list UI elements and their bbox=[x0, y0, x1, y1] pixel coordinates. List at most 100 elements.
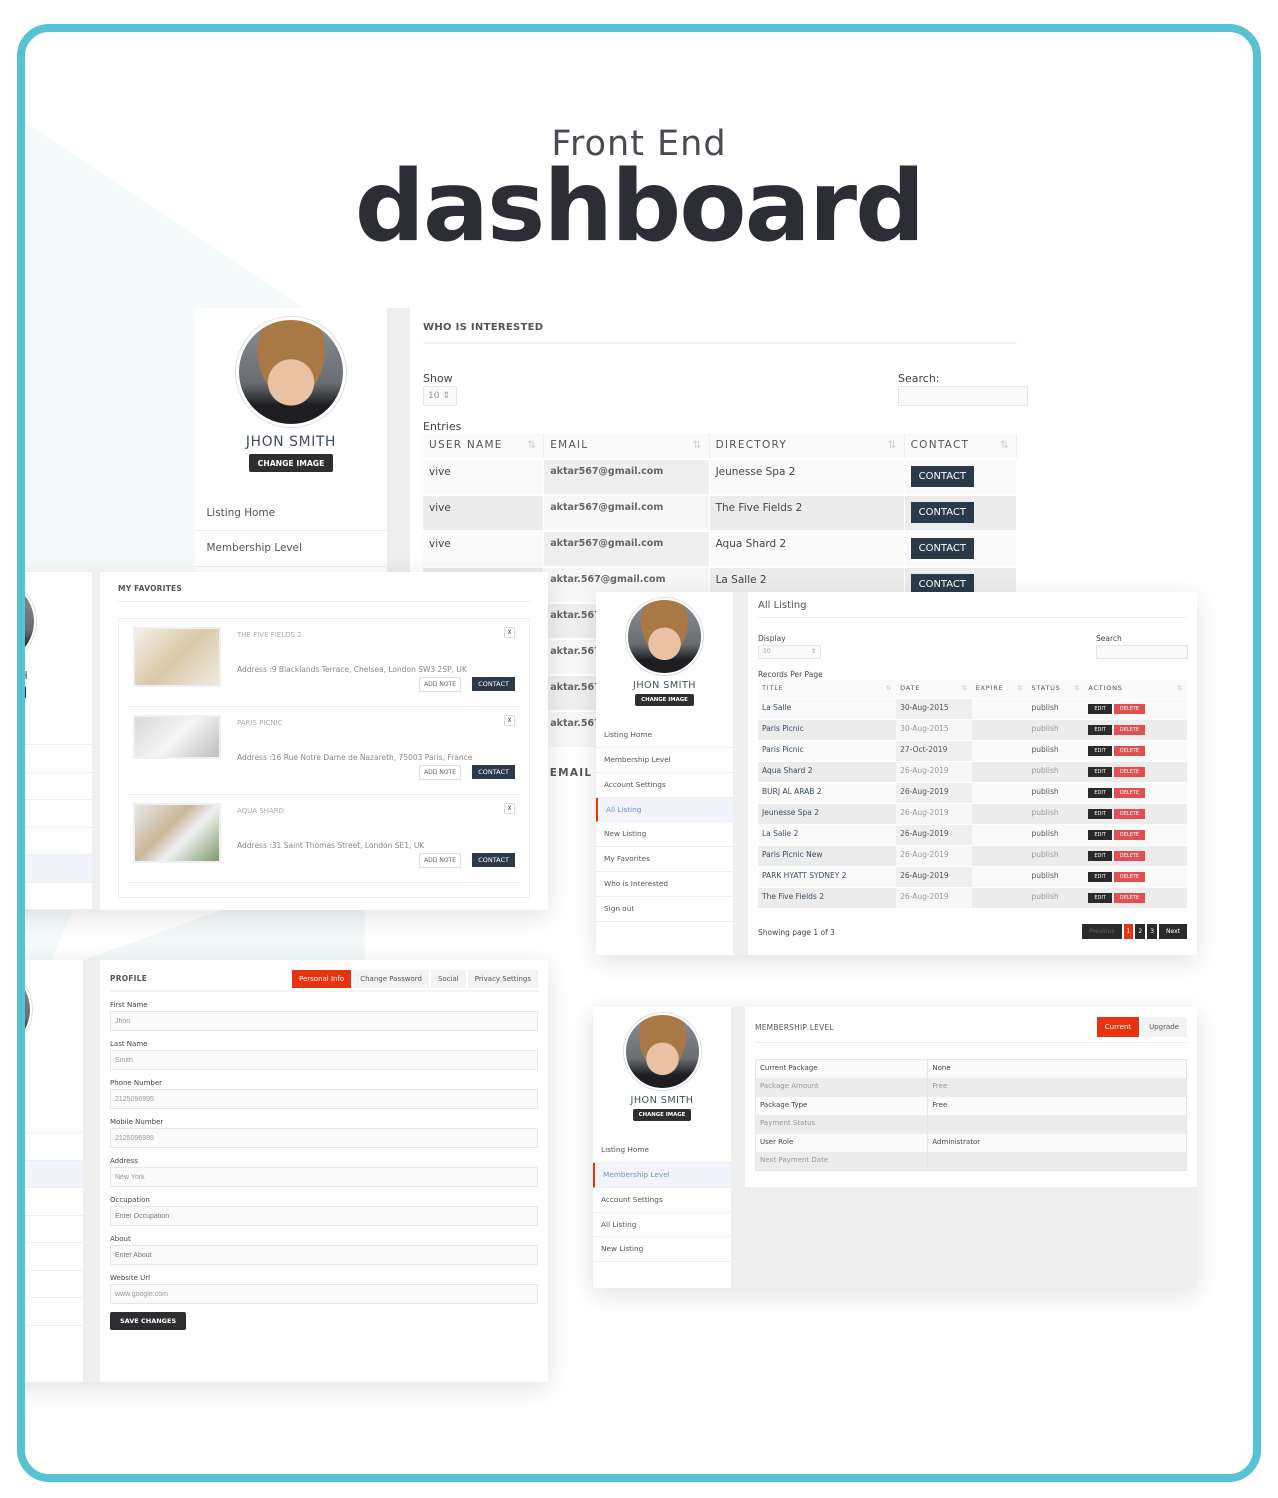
column-header[interactable]: ACTIONS ⇅ bbox=[1084, 680, 1187, 698]
profile-tab[interactable]: Social bbox=[430, 970, 466, 988]
profile-tab[interactable]: Change Password bbox=[353, 970, 429, 988]
sidebar-item[interactable]: Membership Level bbox=[596, 748, 733, 773]
column-header[interactable]: TITLE ⇅ bbox=[758, 680, 897, 698]
delete-button[interactable]: DELETE bbox=[1113, 850, 1146, 861]
profile-input[interactable] bbox=[110, 1206, 538, 1226]
column-header[interactable]: EXPIRE ⇅ bbox=[971, 680, 1028, 698]
sidebar-item[interactable]: Membership Level bbox=[25, 745, 92, 773]
add-note-button[interactable]: ADD NOTE bbox=[419, 677, 461, 692]
sidebar-item[interactable]: New Listing bbox=[25, 1216, 83, 1244]
sidebar-item[interactable]: All Listing bbox=[596, 797, 733, 823]
page-button[interactable]: 1 bbox=[1123, 924, 1134, 939]
edit-button[interactable]: EDIT bbox=[1088, 766, 1112, 777]
change-image-button[interactable]: CHANGE IMAGE bbox=[635, 694, 694, 707]
sidebar-item[interactable]: Listing Home bbox=[596, 723, 733, 748]
add-note-button[interactable]: ADD NOTE bbox=[419, 765, 461, 780]
sidebar-item[interactable]: My Favorites bbox=[25, 1243, 83, 1271]
contact-button[interactable]: CONTACT bbox=[472, 853, 515, 867]
delete-button[interactable]: DELETE bbox=[1113, 808, 1146, 819]
contact-button[interactable]: CONTACT bbox=[910, 502, 975, 523]
search-input[interactable] bbox=[898, 386, 1028, 406]
delete-button[interactable]: DELETE bbox=[1113, 724, 1146, 735]
sidebar-item[interactable]: All Listing bbox=[25, 800, 92, 828]
delete-button[interactable]: DELETE bbox=[1113, 745, 1146, 756]
edit-button[interactable]: EDIT bbox=[1088, 724, 1112, 735]
sidebar-item[interactable]: Membership Level bbox=[593, 1162, 731, 1188]
delete-button[interactable]: DELETE bbox=[1113, 892, 1146, 903]
change-image-button[interactable]: CHANGE IMAGE bbox=[249, 454, 333, 472]
sidebar-item[interactable]: Who is Interested bbox=[25, 1271, 83, 1299]
profile-tab[interactable]: Personal Info bbox=[291, 970, 352, 988]
sidebar-item[interactable]: Account Settings bbox=[25, 773, 92, 801]
sidebar-item[interactable]: All Listing bbox=[593, 1213, 731, 1238]
delete-button[interactable]: DELETE bbox=[1113, 766, 1146, 777]
edit-button[interactable]: EDIT bbox=[1088, 892, 1112, 903]
sidebar-item[interactable]: Sign out bbox=[596, 897, 733, 922]
sidebar-item[interactable]: New Listing bbox=[593, 1237, 731, 1263]
sidebar-item[interactable]: Account Settings bbox=[596, 773, 733, 798]
sidebar-item[interactable]: Account Settings bbox=[593, 1188, 731, 1213]
sidebar-item[interactable]: Who is Interested bbox=[596, 872, 733, 898]
sidebar-item[interactable]: Listing Home bbox=[25, 1106, 83, 1134]
display-select[interactable]: 10 ⇕ bbox=[758, 645, 821, 659]
remove-button[interactable]: X bbox=[504, 627, 515, 638]
edit-button[interactable]: EDIT bbox=[1088, 850, 1112, 861]
sidebar-item[interactable]: Listing Home bbox=[25, 718, 92, 746]
page-button[interactable]: Previous bbox=[1082, 924, 1122, 939]
sidebar-item[interactable]: Who is Interested bbox=[25, 883, 92, 910]
membership-tab[interactable]: Current bbox=[1096, 1017, 1140, 1037]
sidebar-item[interactable]: My Favorites bbox=[25, 855, 92, 883]
edit-button[interactable]: EDIT bbox=[1088, 808, 1112, 819]
sidebar-item[interactable]: Listing Home bbox=[593, 1138, 731, 1163]
column-header[interactable]: EMAIL ⇅ bbox=[543, 434, 710, 459]
profile-input[interactable] bbox=[110, 1128, 538, 1148]
sidebar-item[interactable]: All Listing bbox=[25, 1188, 83, 1216]
page-button[interactable]: Next bbox=[1159, 924, 1187, 939]
profile-input[interactable] bbox=[110, 1050, 538, 1070]
edit-button[interactable]: EDIT bbox=[1088, 703, 1112, 714]
sidebar-item[interactable]: My Favorites bbox=[596, 847, 733, 873]
profile-input[interactable] bbox=[110, 1089, 538, 1109]
edit-button[interactable]: EDIT bbox=[1088, 787, 1112, 798]
profile-input[interactable] bbox=[110, 1167, 538, 1187]
sidebar-item[interactable]: Membership Level bbox=[195, 531, 387, 567]
delete-button[interactable]: DELETE bbox=[1113, 703, 1146, 714]
page-button[interactable]: 3 bbox=[1147, 924, 1158, 939]
sidebar-item[interactable]: Account Settings bbox=[25, 1160, 83, 1189]
show-select[interactable]: 10 ⇕ bbox=[423, 386, 457, 406]
profile-tab[interactable]: Privacy Settings bbox=[467, 970, 538, 988]
delete-button[interactable]: DELETE bbox=[1113, 829, 1146, 840]
contact-button[interactable]: CONTACT bbox=[472, 765, 515, 779]
column-header[interactable]: STATUS ⇅ bbox=[1027, 680, 1085, 698]
search-input[interactable] bbox=[1096, 645, 1188, 659]
contact-button[interactable]: CONTACT bbox=[472, 677, 515, 691]
change-image-button[interactable]: CHANGE IMAGE bbox=[17, 1074, 21, 1088]
sidebar-item[interactable]: Listing Home bbox=[195, 496, 387, 532]
column-header[interactable]: USER NAME ⇅ bbox=[423, 434, 545, 459]
remove-button[interactable]: X bbox=[504, 715, 515, 726]
add-note-button[interactable]: ADD NOTE bbox=[419, 853, 461, 868]
column-header[interactable]: DATE ⇅ bbox=[896, 680, 972, 698]
sidebar-item[interactable]: New Listing bbox=[596, 822, 733, 848]
column-header[interactable]: CONTACT ⇅ bbox=[904, 434, 1018, 459]
sidebar-item[interactable]: Sign out bbox=[25, 1298, 83, 1326]
remove-button[interactable]: X bbox=[504, 803, 515, 814]
delete-button[interactable]: DELETE bbox=[1113, 871, 1146, 882]
change-image-button[interactable]: CHANGE IMAGE bbox=[632, 1109, 692, 1122]
sidebar-item[interactable]: Membership Level bbox=[25, 1133, 83, 1161]
page-button[interactable]: 2 bbox=[1135, 924, 1146, 939]
edit-button[interactable]: EDIT bbox=[1088, 745, 1112, 756]
profile-input[interactable] bbox=[110, 1245, 538, 1265]
edit-button[interactable]: EDIT bbox=[1088, 829, 1112, 840]
change-image-button[interactable]: CHANGE IMAGE bbox=[25, 685, 26, 700]
profile-input[interactable] bbox=[110, 1284, 538, 1304]
membership-tab[interactable]: Upgrade bbox=[1141, 1017, 1187, 1037]
contact-button[interactable]: CONTACT bbox=[910, 466, 975, 487]
delete-button[interactable]: DELETE bbox=[1113, 787, 1146, 798]
contact-button[interactable]: CONTACT bbox=[910, 538, 975, 559]
save-changes-button[interactable]: SAVE CHANGES bbox=[110, 1312, 187, 1330]
edit-button[interactable]: EDIT bbox=[1088, 871, 1112, 882]
sidebar-item[interactable]: New Listing bbox=[25, 828, 92, 856]
column-header[interactable]: DIRECTORY ⇅ bbox=[709, 434, 905, 459]
profile-input[interactable] bbox=[110, 1011, 538, 1031]
